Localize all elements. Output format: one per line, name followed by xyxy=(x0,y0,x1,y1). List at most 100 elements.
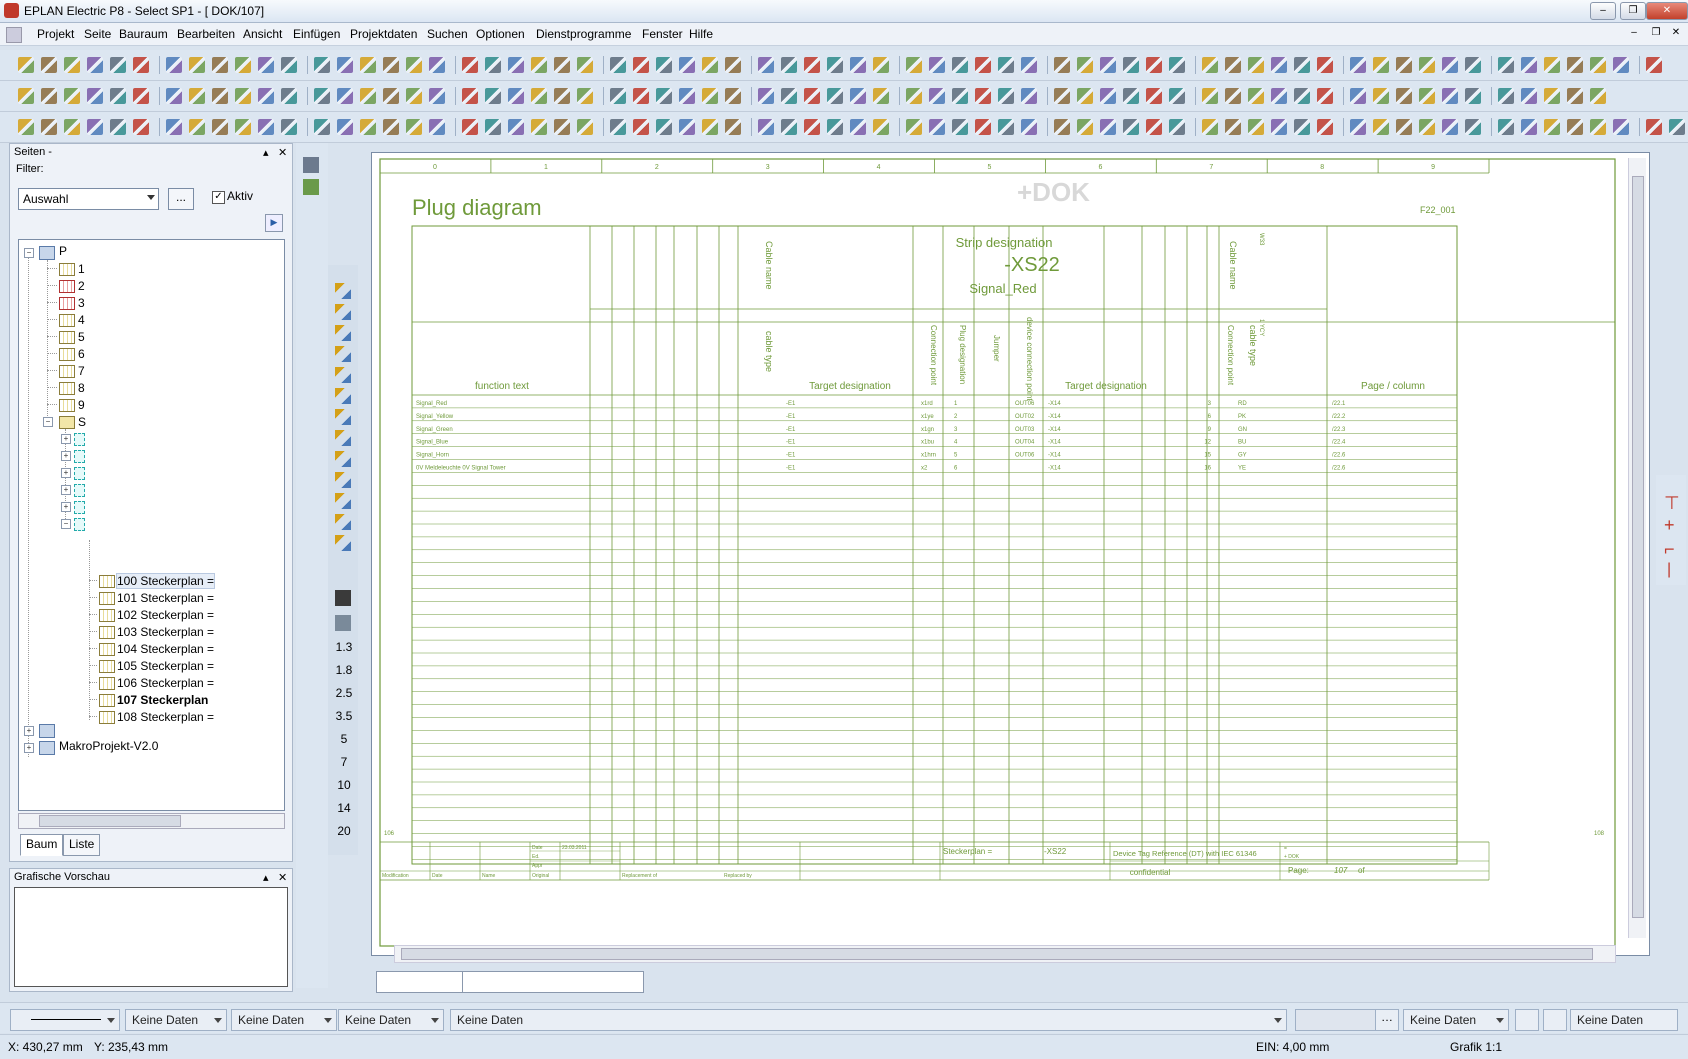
toolbar1-tool-icon[interactable] xyxy=(406,57,422,73)
toolbar1-tool-icon[interactable] xyxy=(212,57,228,73)
toolbar3-tool-icon[interactable] xyxy=(725,119,741,135)
toolbar3-tool-icon[interactable] xyxy=(1646,119,1662,135)
toolbar1-tool-icon[interactable] xyxy=(485,57,501,73)
toolbar2-tool-icon[interactable] xyxy=(1396,88,1412,104)
toolbar2-tool-icon[interactable] xyxy=(850,88,866,104)
toolbar2-tool-icon[interactable] xyxy=(314,88,330,104)
toolbar1-tool-icon[interactable] xyxy=(360,57,376,73)
toolbar1-tool-icon[interactable] xyxy=(1419,57,1435,73)
toolbar3-tool-icon[interactable] xyxy=(508,119,524,135)
toolbar2-tool-icon[interactable] xyxy=(1054,88,1070,104)
connection-symbol-icon[interactable] xyxy=(335,283,351,299)
mdi-close-button[interactable]: ✕ xyxy=(1668,27,1684,41)
toolbar3-tool-icon[interactable] xyxy=(1169,119,1185,135)
toolbar3-tool-icon[interactable] xyxy=(1396,119,1412,135)
expand-icon[interactable]: + xyxy=(24,743,34,753)
layer-stack-icon[interactable] xyxy=(335,615,351,631)
t-junction-icon[interactable]: ⊤ xyxy=(1664,493,1680,514)
connection-symbol-icon[interactable] xyxy=(335,493,351,509)
expand-icon[interactable]: + xyxy=(61,485,71,495)
toolbar2-tool-icon[interactable] xyxy=(873,88,889,104)
toolbar2-tool-icon[interactable] xyxy=(87,88,103,104)
frame-icon[interactable] xyxy=(1543,1009,1567,1031)
menu-suchen[interactable]: Suchen xyxy=(427,27,468,41)
document-menu-icon[interactable] xyxy=(6,27,22,43)
menu-fenster[interactable]: Fenster xyxy=(642,27,683,41)
toolbar2-tool-icon[interactable] xyxy=(508,88,524,104)
tree-page-item[interactable]: 6 xyxy=(78,347,85,361)
expand-icon[interactable]: + xyxy=(61,468,71,478)
toolbar3-tool-icon[interactable] xyxy=(133,119,149,135)
toolbar2-tool-icon[interactable] xyxy=(1248,88,1264,104)
menu-einfuegen[interactable]: Einfügen xyxy=(293,27,340,41)
menu-hilfe[interactable]: Hilfe xyxy=(689,27,713,41)
toolbar2-tool-icon[interactable] xyxy=(133,88,149,104)
expand-icon[interactable]: + xyxy=(61,502,71,512)
toolbar2-tool-icon[interactable] xyxy=(1202,88,1218,104)
tree-steckerplan-item[interactable]: 101 Steckerplan = xyxy=(117,591,214,605)
tree-page-item[interactable]: 5 xyxy=(78,330,85,344)
toolbar2-tool-icon[interactable] xyxy=(41,88,57,104)
tree-steckerplan-item[interactable]: 104 Steckerplan = xyxy=(117,642,214,656)
toolbar2-tool-icon[interactable] xyxy=(1100,88,1116,104)
toolbar3-tool-icon[interactable] xyxy=(1350,119,1366,135)
toolbar1-tool-icon[interactable] xyxy=(633,57,649,73)
toolbar3-tool-icon[interactable] xyxy=(429,119,445,135)
toolbar2-tool-icon[interactable] xyxy=(189,88,205,104)
toolbar1-tool-icon[interactable] xyxy=(850,57,866,73)
menu-bearbeiten[interactable]: Bearbeiten xyxy=(177,27,235,41)
connection-symbol-icon[interactable] xyxy=(335,325,351,341)
tree-makro-project[interactable]: MakroProjekt-V2.0 xyxy=(59,739,158,753)
toolbar2-tool-icon[interactable] xyxy=(1373,88,1389,104)
property-combo-6[interactable]: Keine Daten xyxy=(1570,1009,1678,1031)
toolbar1-tool-icon[interactable] xyxy=(656,57,672,73)
connection-symbol-icon[interactable] xyxy=(335,304,351,320)
toolbar3-tool-icon[interactable] xyxy=(1498,119,1514,135)
toolbar2-tool-icon[interactable] xyxy=(485,88,501,104)
menu-projekt[interactable]: Projekt xyxy=(37,27,74,41)
canvas-vertical-scrollbar[interactable] xyxy=(1628,158,1646,938)
line-width-option[interactable]: 7 xyxy=(332,755,356,769)
toolbar2-tool-icon[interactable] xyxy=(1590,88,1606,104)
toolbar3-tool-icon[interactable] xyxy=(485,119,501,135)
tab-liste[interactable]: Liste xyxy=(63,834,101,856)
toolbar2-tool-icon[interactable] xyxy=(64,88,80,104)
toolbar2-tool-icon[interactable] xyxy=(929,88,945,104)
tree-page-item[interactable]: 4 xyxy=(78,313,85,327)
toolbar3-tool-icon[interactable] xyxy=(360,119,376,135)
toolbar1-tool-icon[interactable] xyxy=(1317,57,1333,73)
toolbar2-tool-icon[interactable] xyxy=(406,88,422,104)
toolbar1-tool-icon[interactable] xyxy=(952,57,968,73)
toolbar1-tool-icon[interactable] xyxy=(1248,57,1264,73)
toolbar3-tool-icon[interactable] xyxy=(850,119,866,135)
toolbar2-tool-icon[interactable] xyxy=(531,88,547,104)
line-width-option[interactable]: 2.5 xyxy=(332,686,356,700)
toolbar2-tool-icon[interactable] xyxy=(725,88,741,104)
toolbar2-tool-icon[interactable] xyxy=(827,88,843,104)
toolbar1-tool-icon[interactable] xyxy=(1100,57,1116,73)
toolbar3-tool-icon[interactable] xyxy=(258,119,274,135)
property-combo-1[interactable]: Keine Daten xyxy=(125,1009,227,1031)
toolbar3-tool-icon[interactable] xyxy=(1202,119,1218,135)
wire-bridge-icon[interactable] xyxy=(335,590,351,606)
connection-symbol-icon[interactable] xyxy=(335,472,351,488)
toolbar2-tool-icon[interactable] xyxy=(110,88,126,104)
canvas-horizontal-scrollbar[interactable] xyxy=(394,945,1616,963)
toolbar1-tool-icon[interactable] xyxy=(873,57,889,73)
corner-icon[interactable]: ⌐ xyxy=(1664,539,1675,560)
toolbar1-tool-icon[interactable] xyxy=(281,57,297,73)
toolbar1-tool-icon[interactable] xyxy=(906,57,922,73)
panel-close-icon[interactable]: ✕ xyxy=(278,146,287,159)
toolbar1-tool-icon[interactable] xyxy=(462,57,478,73)
connection-symbol-icon[interactable] xyxy=(335,346,351,362)
tree-page-item[interactable]: 8 xyxy=(78,381,85,395)
filter-browse-button[interactable]: ... xyxy=(168,188,194,210)
toolbar1-tool-icon[interactable] xyxy=(610,57,626,73)
toolbar2-tool-icon[interactable] xyxy=(1498,88,1514,104)
toolbar3-tool-icon[interactable] xyxy=(1317,119,1333,135)
toolbar3-tool-icon[interactable] xyxy=(531,119,547,135)
toolbar3-tool-icon[interactable] xyxy=(462,119,478,135)
document-tab-1[interactable] xyxy=(376,971,468,993)
connection-symbol-icon[interactable] xyxy=(335,388,351,404)
toolbar1-tool-icon[interactable] xyxy=(679,57,695,73)
